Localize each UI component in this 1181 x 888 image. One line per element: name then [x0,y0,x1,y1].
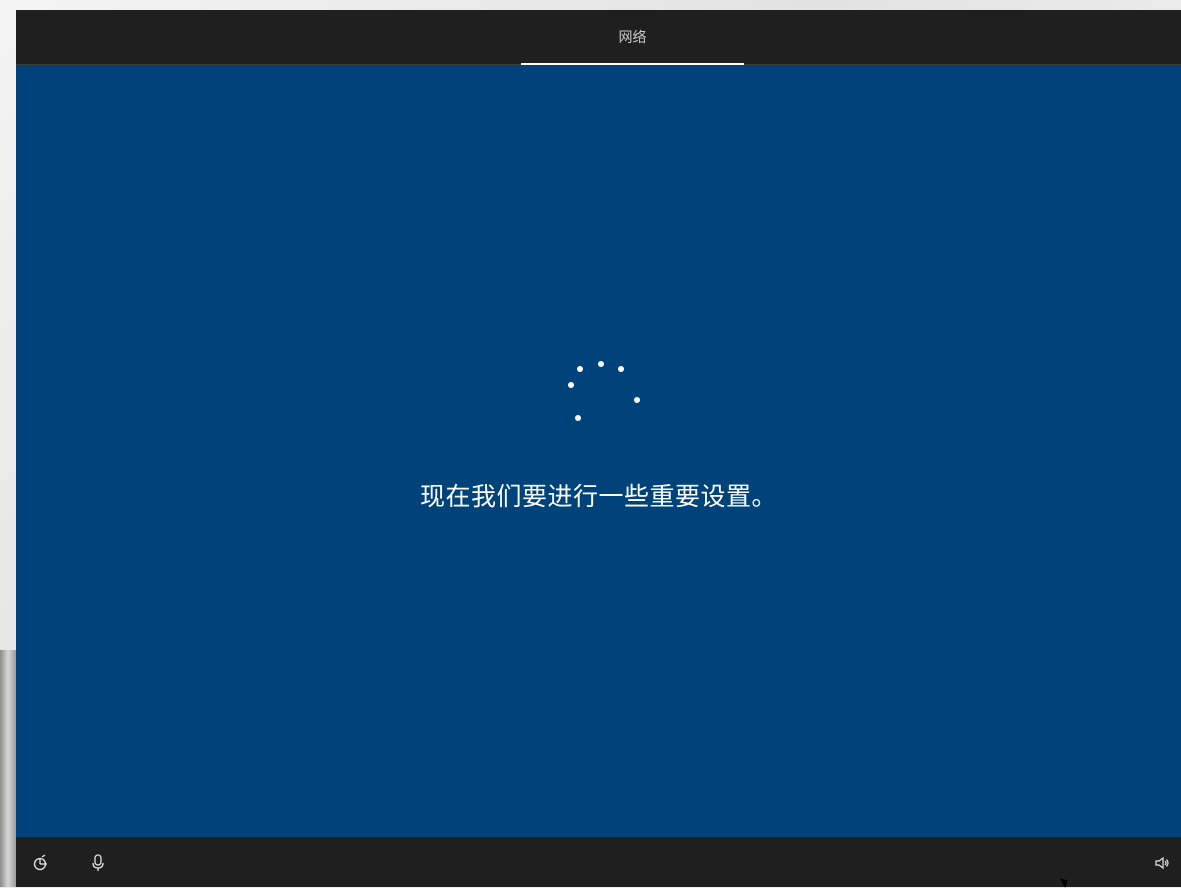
pen-photo-edge [0,650,16,887]
step-tab-network[interactable]: 网络 [521,10,744,64]
volume-icon[interactable] [1152,853,1172,873]
microphone-icon[interactable] [88,853,108,873]
spinner-dot [598,361,604,367]
ease-of-access-icon[interactable] [31,853,51,873]
spinner-dot [618,366,624,372]
active-step-indicator [521,63,744,65]
oobe-screen: 网络 现在我们要进行一些重要设置。 [16,10,1181,887]
bottom-toolbar [16,837,1181,887]
spinner-dot [577,366,583,372]
loading-spinner-icon [556,350,646,430]
spinner-dot [568,382,574,388]
spinner-dot [634,397,640,403]
status-message: 现在我们要进行一些重要设置。 [419,482,777,511]
spinner-dot [575,415,581,421]
step-tab-label: 网络 [618,30,647,46]
top-navigation-bar: 网络 [16,10,1181,65]
